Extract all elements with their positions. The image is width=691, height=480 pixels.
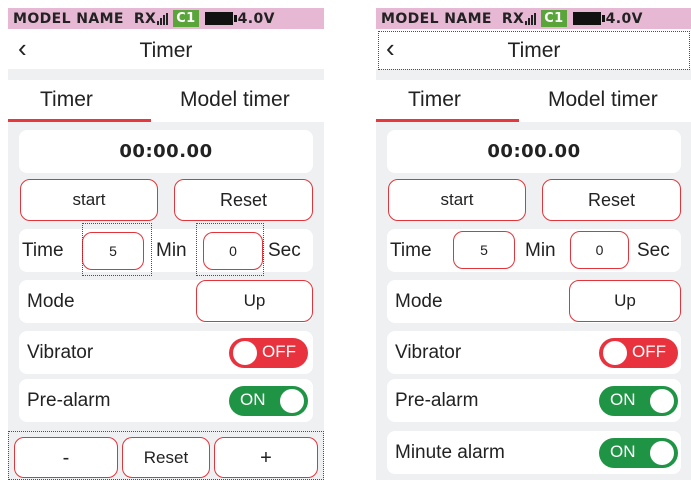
prealarm-label: Pre-alarm (27, 390, 111, 411)
vibrator-label: Vibrator (395, 342, 462, 363)
timer-content: 00:00.00 start Reset Time 5 Min 0 Sec Mo… (8, 122, 324, 480)
min-unit: Min (525, 240, 556, 261)
mode-label: Mode (395, 291, 443, 312)
time-row: Time 5 Min 0 Sec (19, 229, 313, 272)
prealarm-toggle[interactable]: ON (599, 386, 678, 416)
minute-alarm-toggle[interactable]: ON (599, 438, 678, 468)
voltage: 4.0V (237, 10, 275, 27)
header-bar: ‹ Timer (8, 31, 324, 69)
min-unit: Min (156, 240, 187, 261)
page-title: Timer (139, 39, 193, 62)
battery-icon (204, 12, 237, 25)
vibrator-row: Vibrator OFF (19, 331, 313, 374)
toggle-knob (603, 341, 627, 365)
time-label: Time (22, 240, 64, 261)
tab-model-timer[interactable]: Model timer (548, 88, 658, 112)
model-name: MODEL NAME (13, 10, 124, 27)
reset-button[interactable]: Reset (542, 179, 681, 221)
voltage: 4.0V (605, 10, 643, 27)
prealarm-state: ON (240, 390, 266, 409)
prealarm-row: Pre-alarm ON (387, 379, 681, 422)
toggle-knob (280, 389, 304, 413)
prealarm-row: Pre-alarm ON (19, 379, 313, 422)
tab-model-timer[interactable]: Model timer (180, 88, 290, 112)
timer-display: 00:00.00 (387, 130, 681, 173)
mode-label: Mode (27, 291, 75, 312)
minute-alarm-state: ON (610, 442, 636, 461)
vibrator-toggle[interactable]: OFF (229, 338, 308, 368)
timer-display: 00:00.00 (19, 130, 313, 173)
tab-bar: Timer Model timer (376, 80, 691, 122)
signal-icon (157, 12, 169, 25)
toggle-knob (650, 441, 674, 465)
tab-timer[interactable]: Timer (40, 88, 93, 112)
sec-unit: Sec (268, 240, 301, 261)
prealarm-label: Pre-alarm (395, 390, 479, 411)
vibrator-row: Vibrator OFF (387, 331, 681, 374)
minutes-input[interactable]: 5 (453, 231, 515, 269)
stepper-focus-outline (8, 431, 324, 480)
header-focus-outline (378, 31, 690, 70)
prealarm-toggle[interactable]: ON (229, 386, 308, 416)
start-button[interactable]: start (20, 179, 158, 221)
rx-label: RX (133, 10, 157, 27)
timer-screen-right: MODEL NAME RX C1 4.0V ‹ Timer Timer Mode… (376, 0, 691, 480)
status-bar: MODEL NAME RX C1 4.0V (8, 8, 324, 29)
timer-screen-left: MODEL NAME RX C1 4.0V ‹ Timer Timer Mode… (8, 0, 324, 480)
sec-unit: Sec (637, 240, 670, 261)
mode-row: Mode Up (19, 280, 313, 323)
mode-row: Mode Up (387, 280, 681, 323)
vibrator-state: OFF (632, 342, 666, 361)
toggle-knob (650, 389, 674, 413)
mode-select[interactable]: Up (569, 280, 681, 322)
tab-bar: Timer Model timer (8, 80, 324, 122)
vibrator-label: Vibrator (27, 342, 94, 363)
minute-alarm-row: Minute alarm ON (387, 431, 681, 474)
seconds-input[interactable]: 0 (570, 231, 629, 269)
signal-icon (525, 12, 537, 25)
channel-badge: C1 (173, 10, 199, 27)
status-bar: MODEL NAME RX C1 4.0V (376, 8, 691, 29)
minute-alarm-label: Minute alarm (395, 442, 505, 463)
prealarm-state: ON (610, 390, 636, 409)
toggle-knob (233, 341, 257, 365)
time-row: Time 5 Min 0 Sec (387, 229, 681, 272)
tab-timer[interactable]: Timer (408, 88, 461, 112)
mode-select[interactable]: Up (196, 280, 313, 322)
vibrator-state: OFF (262, 342, 296, 361)
start-button[interactable]: start (388, 179, 526, 221)
vibrator-toggle[interactable]: OFF (599, 338, 678, 368)
channel-badge: C1 (541, 10, 567, 27)
time-label: Time (390, 240, 432, 261)
battery-icon (572, 12, 605, 25)
rx-label: RX (501, 10, 525, 27)
model-name: MODEL NAME (381, 10, 492, 27)
seconds-focus-outline (196, 223, 264, 276)
reset-button[interactable]: Reset (174, 179, 313, 221)
minutes-focus-outline (82, 223, 152, 276)
timer-content: 00:00.00 start Reset Time 5 Min 0 Sec Mo… (376, 122, 691, 480)
